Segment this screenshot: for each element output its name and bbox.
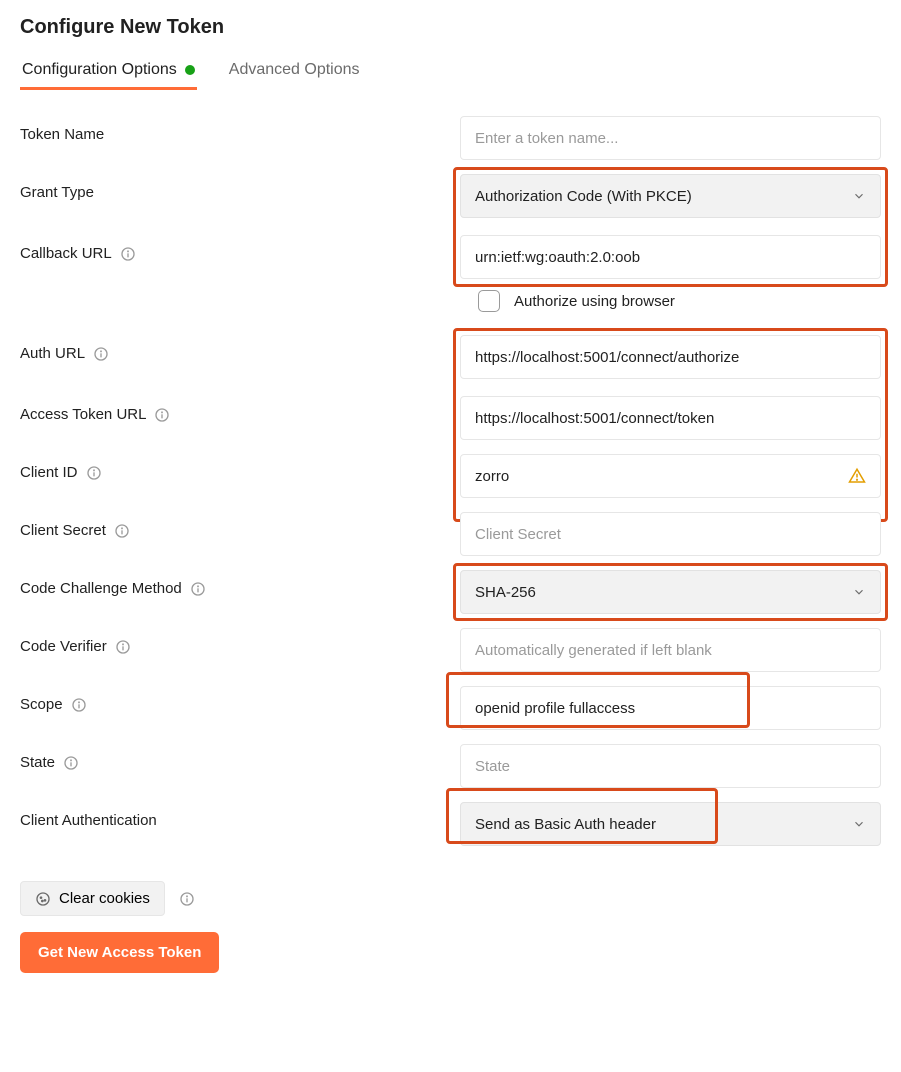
clear-cookies-label: Clear cookies	[59, 890, 150, 907]
label-grant-type: Grant Type	[20, 174, 440, 201]
tab-label: Configuration Options	[22, 61, 177, 79]
authorize-browser-label: Authorize using browser	[514, 293, 675, 310]
callback-url-input[interactable]: urn:ietf:wg:oauth:2.0:oob	[460, 235, 881, 279]
info-icon[interactable]	[93, 346, 109, 362]
row-token-name: Token Name Enter a token name...	[20, 109, 881, 167]
info-icon[interactable]	[86, 465, 102, 481]
label-client-auth: Client Authentication	[20, 812, 157, 829]
client-id-value: zorro	[475, 468, 509, 485]
warning-icon	[848, 467, 866, 485]
info-icon[interactable]	[154, 407, 170, 423]
label-scope: Scope	[20, 696, 63, 713]
code-challenge-select[interactable]: SHA-256	[460, 570, 881, 614]
tab-label: Advanced Options	[229, 61, 360, 79]
row-auth-url: Auth URL https://localhost:5001/connect/…	[20, 328, 881, 389]
row-grant-type: Grant Type Authorization Code (With PKCE…	[20, 167, 881, 228]
select-value: Send as Basic Auth header	[475, 816, 656, 833]
state-input[interactable]: State	[460, 744, 881, 788]
cookie-icon	[35, 891, 51, 907]
label-client-secret: Client Secret	[20, 522, 106, 539]
access-token-url-input[interactable]: https://localhost:5001/connect/token	[460, 396, 881, 440]
token-name-input[interactable]: Enter a token name...	[460, 116, 881, 160]
info-icon[interactable]	[71, 697, 87, 713]
tabs: Configuration Options Advanced Options	[20, 55, 881, 89]
get-new-access-token-button[interactable]: Get New Access Token	[20, 932, 219, 973]
chevron-down-icon	[852, 817, 866, 831]
info-icon[interactable]	[115, 639, 131, 655]
chevron-down-icon	[852, 189, 866, 203]
row-code-challenge: Code Challenge Method SHA-256	[20, 563, 881, 621]
row-access-token-url: Access Token URL https://localhost:5001/…	[20, 389, 881, 447]
row-client-secret: Client Secret Client Secret	[20, 505, 881, 563]
label-access-token-url: Access Token URL	[20, 406, 146, 423]
info-icon[interactable]	[190, 581, 206, 597]
info-icon[interactable]	[179, 891, 195, 907]
label-state: State	[20, 754, 55, 771]
label-token-name: Token Name	[20, 116, 440, 143]
select-value: Authorization Code (With PKCE)	[475, 188, 692, 205]
select-value: SHA-256	[475, 584, 536, 601]
label-callback-url: Callback URL	[20, 245, 112, 262]
highlight-box: SHA-256	[453, 563, 888, 621]
status-dot-icon	[185, 65, 195, 75]
scope-input[interactable]: openid profile fullaccess	[460, 686, 881, 730]
label-code-challenge: Code Challenge Method	[20, 580, 182, 597]
label-code-verifier: Code Verifier	[20, 638, 107, 655]
row-code-verifier: Code Verifier Automatically generated if…	[20, 621, 881, 679]
page-title: Configure New Token	[20, 16, 881, 39]
client-id-input[interactable]: zorro	[460, 454, 881, 498]
footer-actions: Clear cookies Get New Access Token	[20, 881, 881, 973]
row-client-auth: Client Authentication Send as Basic Auth…	[20, 795, 881, 853]
label-client-id: Client ID	[20, 464, 78, 481]
tab-advanced-options[interactable]: Advanced Options	[227, 55, 362, 89]
label-auth-url: Auth URL	[20, 345, 85, 362]
tab-configuration-options[interactable]: Configuration Options	[20, 55, 197, 89]
info-icon[interactable]	[120, 246, 136, 262]
clear-cookies-button[interactable]: Clear cookies	[20, 881, 165, 916]
row-scope: Scope openid profile fullaccess	[20, 679, 881, 737]
code-verifier-input[interactable]: Automatically generated if left blank	[460, 628, 881, 672]
client-auth-select[interactable]: Send as Basic Auth header	[460, 802, 881, 846]
auth-url-input[interactable]: https://localhost:5001/connect/authorize	[460, 335, 881, 379]
row-authorize-browser: Authorize using browser	[478, 290, 881, 312]
row-client-id: Client ID zorro	[20, 447, 881, 505]
row-callback-url: Callback URL urn:ietf:wg:oauth:2.0:oob	[20, 228, 881, 286]
chevron-down-icon	[852, 585, 866, 599]
authorize-browser-checkbox[interactable]	[478, 290, 500, 312]
row-state: State State	[20, 737, 881, 795]
info-icon[interactable]	[63, 755, 79, 771]
client-secret-input[interactable]: Client Secret	[460, 512, 881, 556]
info-icon[interactable]	[114, 523, 130, 539]
grant-type-select[interactable]: Authorization Code (With PKCE)	[460, 174, 881, 218]
